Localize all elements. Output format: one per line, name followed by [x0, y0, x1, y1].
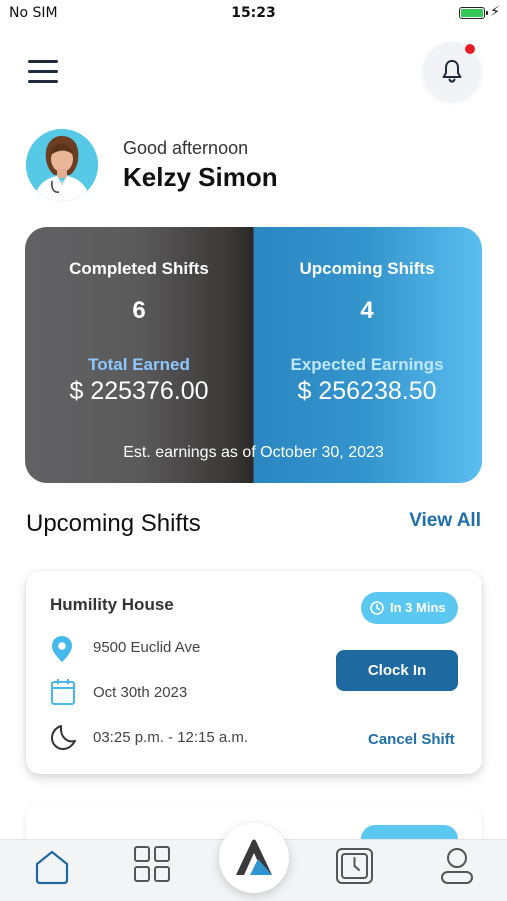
grid-icon: [134, 846, 170, 882]
avatar-image: [26, 129, 98, 201]
clock-in-button[interactable]: Clock In: [336, 650, 458, 691]
cancel-shift-link[interactable]: Cancel Shift: [368, 731, 455, 748]
earnings-date-note: Est. earnings as of October 30, 2023: [123, 444, 384, 461]
battery-icon: [459, 7, 485, 19]
charging-bolt-icon: ⚡: [490, 4, 500, 20]
battery-cap: [486, 11, 488, 15]
location-pin-icon: [52, 636, 72, 662]
expected-earnings-label: Expected Earnings: [290, 355, 444, 374]
profile-icon: [441, 848, 473, 884]
nav-dashboard[interactable]: [132, 840, 174, 901]
app-logo-icon: [236, 839, 272, 875]
upcoming-shifts-count: 4: [360, 297, 374, 324]
home-icon: [35, 850, 69, 885]
view-all-link[interactable]: View All: [409, 510, 481, 532]
shift-time-range: 03:25 p.m. - 12:15 a.m.: [93, 729, 249, 746]
timesheet-icon: [336, 848, 373, 884]
shift-date: Oct 30th 2023: [93, 684, 188, 701]
completed-shifts-title: Completed Shifts: [69, 259, 209, 278]
time-until-badge: In 3 Mins: [361, 592, 458, 624]
upcoming-shifts-title: Upcoming Shifts: [299, 259, 435, 278]
calendar-icon: [51, 679, 75, 705]
total-earned-label: Total Earned: [88, 355, 190, 374]
section-title: Upcoming Shifts: [26, 510, 201, 537]
nav-center-logo[interactable]: [219, 823, 289, 893]
nav-home[interactable]: [32, 840, 72, 901]
bell-icon: [442, 60, 462, 83]
nav-timesheet[interactable]: [334, 840, 376, 901]
moon-icon: [51, 725, 76, 750]
user-name: Kelzy Simon: [123, 162, 278, 192]
facility-name: Humility House: [50, 595, 174, 614]
shift-address: 9500 Euclid Ave: [93, 639, 201, 656]
avatar[interactable]: [26, 129, 98, 201]
shift-card[interactable]: Humility House In 3 Mins 9500 Euclid Ave…: [26, 571, 482, 774]
completed-shifts-count: 6: [132, 297, 146, 324]
status-time: 15:23: [231, 5, 276, 21]
notification-badge: [465, 44, 475, 54]
greeting-text: Good afternoon: [123, 138, 249, 158]
clock-icon: [370, 601, 384, 615]
notification-button[interactable]: [423, 42, 481, 100]
hamburger-menu-icon[interactable]: [28, 58, 60, 84]
expected-earnings-value: $ 256238.50: [297, 377, 437, 405]
nav-profile[interactable]: [437, 840, 477, 901]
time-until-text: In 3 Mins: [390, 600, 446, 615]
total-earned-value: $ 225376.00: [69, 377, 209, 405]
earnings-summary-card: Completed Shifts 6 Total Earned $ 225376…: [25, 227, 482, 483]
status-bar: No SIM 15:23 ⚡: [0, 0, 507, 28]
